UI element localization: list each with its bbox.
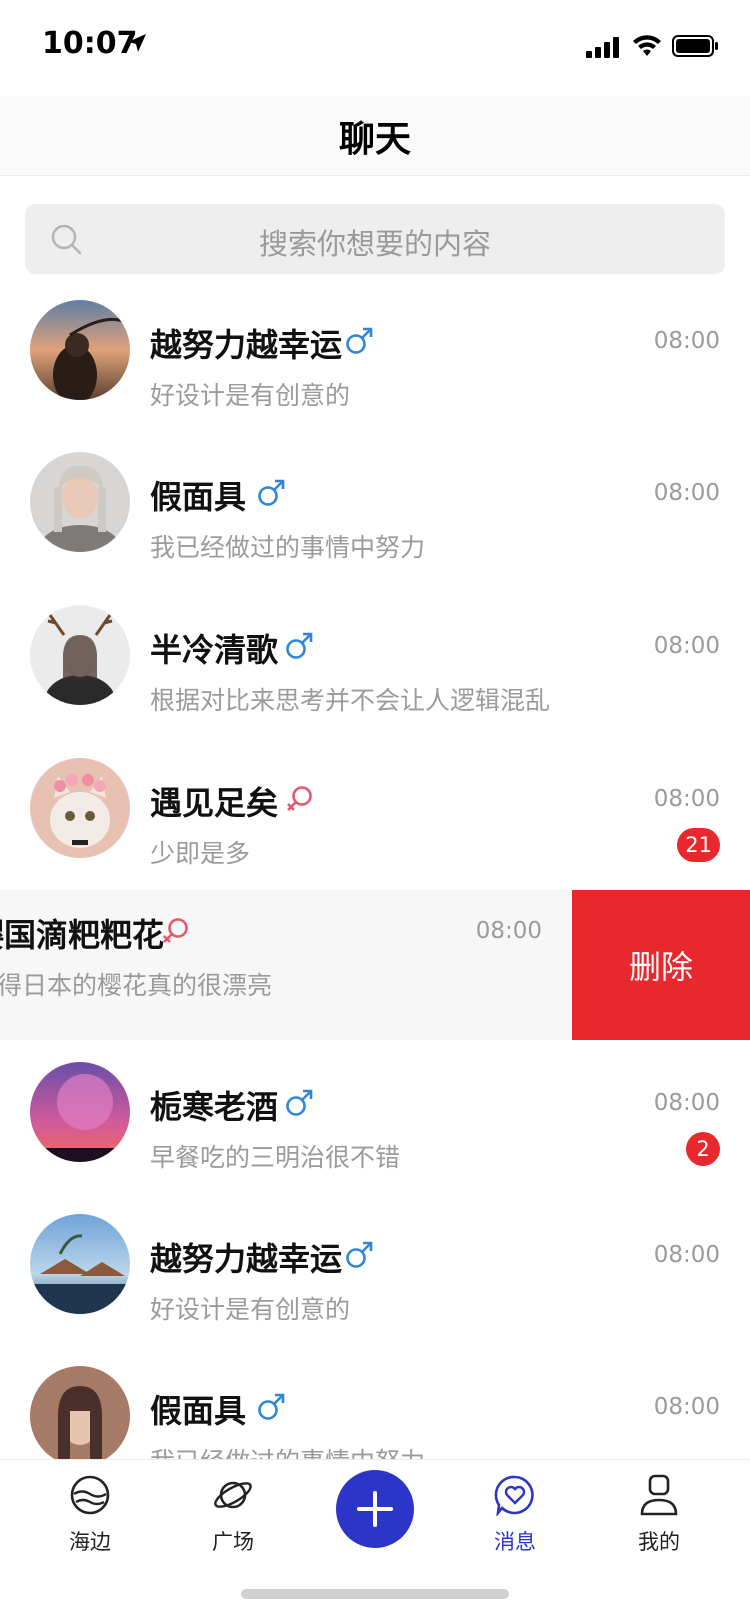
add-button[interactable] (336, 1470, 414, 1548)
chat-time: 08:00 (653, 1242, 720, 1268)
tab-square[interactable]: 广场 (178, 1460, 288, 1580)
chat-row[interactable]: 遇见足矣 少即是多 08:00 21 (0, 758, 750, 908)
tab-label: 消息 (494, 1530, 536, 1554)
male-icon (286, 632, 313, 659)
chat-preview: 好设计是有创意的 (150, 1295, 351, 1324)
avatar[interactable] (30, 1214, 130, 1314)
chat-preview: 早餐吃的三明治很不错 (150, 1143, 401, 1172)
chat-row[interactable]: 假面具 我已经做过的事情中努力 08:00 (0, 452, 750, 602)
home-indicator[interactable] (241, 1589, 509, 1599)
status-bar: 10:07 (0, 0, 750, 96)
chat-time: 08:00 (653, 786, 720, 812)
tab-label: 广场 (212, 1530, 254, 1554)
male-icon (346, 1241, 373, 1268)
chat-time: 08:00 (475, 918, 542, 944)
chat-name: 假面具 (150, 478, 247, 516)
chat-name: 半冷清歌 (150, 631, 279, 669)
chat-row[interactable]: 越努力越幸运 好设计是有创意的 08:00 (0, 300, 750, 450)
chat-preview: 觉得日本的樱花真的很漂亮 (0, 971, 273, 1000)
chat-row[interactable]: 半冷清歌 根据对比来思考并不会让人逻辑混乱 08:00 (0, 605, 750, 755)
chat-row[interactable]: 越努力越幸运 好设计是有创意的 08:00 (0, 1214, 750, 1364)
male-icon (258, 479, 285, 506)
chat-name: 遇见足矣 (150, 784, 279, 822)
chat-name: 越努力越幸运 (150, 1240, 343, 1278)
plus-icon (357, 1491, 393, 1527)
page-title: 聊天 (338, 119, 411, 160)
planet-icon (214, 1481, 252, 1509)
status-time: 10:07 (42, 26, 138, 61)
tab-beach[interactable]: 海边 (35, 1460, 145, 1580)
chat-name: 栀寒老酒 (150, 1088, 279, 1126)
tab-profile[interactable]: 我的 (604, 1460, 714, 1580)
search-input[interactable]: 搜索你想要的内容 (25, 204, 725, 274)
chat-name: 越努力越幸运 (150, 326, 343, 364)
location-arrow-icon (128, 34, 146, 52)
male-icon (346, 327, 373, 354)
chat-time: 08:00 (653, 633, 720, 659)
battery-icon (672, 35, 718, 57)
chat-time: 08:00 (653, 328, 720, 354)
avatar[interactable] (30, 1366, 130, 1466)
male-icon (286, 1089, 313, 1116)
chat-row-swiped[interactable]: 樱国滴粑粑花 觉得日本的樱花真的很漂亮 08:00 删除 (0, 890, 750, 1040)
chat-preview: 少即是多 (150, 839, 251, 868)
tab-label: 海边 (69, 1530, 111, 1554)
male-icon (258, 1393, 285, 1420)
beach-icon (70, 1475, 110, 1515)
chat-row[interactable]: 栀寒老酒 早餐吃的三明治很不错 08:00 2 (0, 1062, 750, 1212)
unread-badge: 21 (677, 828, 720, 862)
tab-bar: 海边 广场 消息 我的 (0, 1459, 750, 1624)
profile-icon (640, 1474, 678, 1516)
chat-time: 08:00 (653, 1394, 720, 1420)
tab-messages[interactable]: 消息 (460, 1460, 570, 1580)
chat-name: 假面具 (150, 1392, 247, 1430)
female-icon (163, 918, 188, 943)
chat-preview: 根据对比来思考并不会让人逻辑混乱 (150, 686, 551, 715)
avatar[interactable] (30, 758, 130, 858)
avatar[interactable] (30, 452, 130, 552)
chat-time: 08:00 (653, 1090, 720, 1116)
tab-label: 我的 (638, 1530, 680, 1554)
chat-time: 08:00 (653, 480, 720, 506)
avatar[interactable] (30, 1062, 130, 1162)
female-icon (287, 786, 312, 811)
nav-header: 聊天 (0, 96, 750, 176)
avatar[interactable] (30, 605, 130, 705)
message-heart-icon (494, 1475, 534, 1516)
chat-preview: 我已经做过的事情中努力 (150, 533, 426, 562)
chat-row-content[interactable]: 樱国滴粑粑花 觉得日本的樱花真的很漂亮 08:00 (0, 890, 572, 1040)
unread-badge: 2 (686, 1132, 720, 1166)
delete-button[interactable]: 删除 (572, 890, 750, 1040)
chat-preview: 好设计是有创意的 (150, 381, 351, 410)
chat-name: 樱国滴粑粑花 (0, 916, 165, 954)
signal-icon (586, 37, 619, 58)
avatar[interactable] (30, 300, 130, 400)
search-placeholder: 搜索你想要的内容 (258, 227, 491, 261)
wifi-icon (633, 35, 661, 56)
